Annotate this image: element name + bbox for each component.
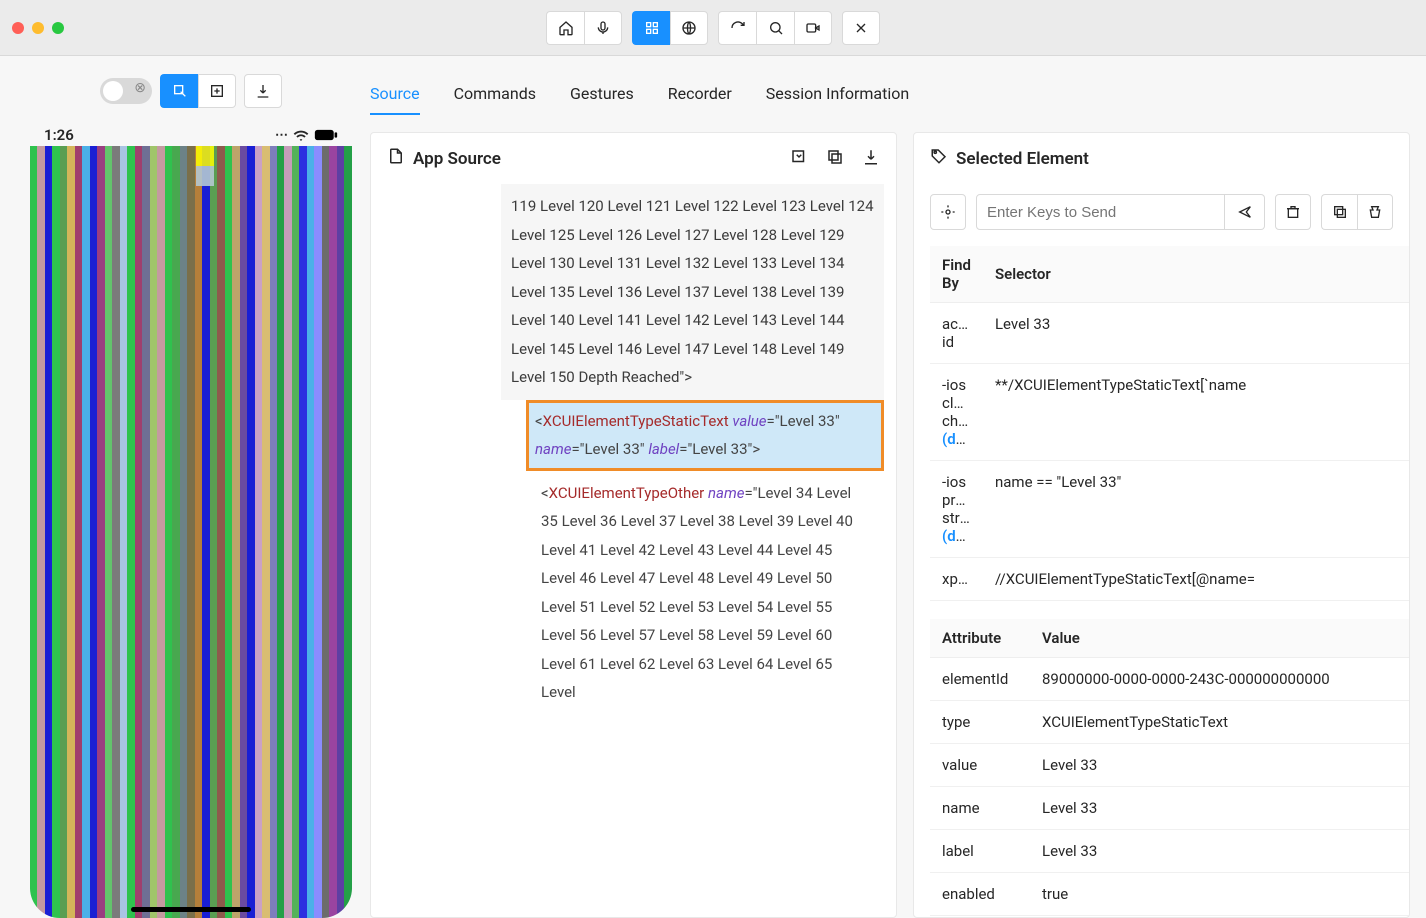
source-tree-selected-node[interactable]: <XCUIElementTypeStaticText value="Level … [526, 400, 884, 471]
titlebar-toolbar [546, 11, 880, 45]
tap-element-button[interactable] [930, 194, 966, 230]
home-indicator [131, 907, 251, 912]
table-row[interactable]: xpath//XCUIElementTypeStaticText[@name= [930, 558, 1409, 601]
device-preview-column: 1:26 ⋯ [0, 56, 370, 918]
attr-header-col1: Attribute [930, 619, 1030, 658]
close-window-button[interactable] [12, 22, 24, 34]
get-timing-button[interactable] [1357, 194, 1393, 230]
table-row[interactable]: valueLevel 33 [930, 744, 1409, 787]
findby-header-col1: Find By [930, 246, 983, 303]
table-row[interactable]: nameLevel 33 [930, 787, 1409, 830]
main-tabs: Source Commands Gestures Recorder Session In… [370, 56, 1426, 116]
findby-table: Find By Selector accessibility idLevel 3… [930, 246, 1409, 601]
device-status-icons: ⋯ [275, 128, 338, 143]
table-row[interactable]: labelLevel 33 [930, 830, 1409, 873]
selected-element-panel: Selected Element [913, 132, 1410, 918]
table-row[interactable]: typeXCUIElementTypeStaticText [930, 701, 1409, 744]
wifi-icon [293, 129, 309, 141]
microphone-button[interactable] [584, 11, 622, 45]
source-tree-text-before[interactable]: 119 Level 120 Level 121 Level 122 Level … [501, 184, 884, 400]
grid-view-button[interactable] [632, 11, 670, 45]
tap-coordinates-mode-button[interactable] [198, 74, 236, 108]
selected-element-title: Selected Element [956, 149, 1089, 169]
table-row[interactable]: -ios predicate string(docs)name == "Leve… [930, 461, 1409, 558]
device-screenshot[interactable] [30, 146, 352, 918]
minimize-window-button[interactable] [32, 22, 44, 34]
docs-link[interactable]: (docs) [942, 430, 983, 448]
tab-session[interactable]: Session Information [766, 84, 909, 115]
close-session-button[interactable] [842, 11, 880, 45]
home-button[interactable] [546, 11, 584, 45]
tab-commands[interactable]: Commands [454, 84, 536, 115]
battery-icon [314, 129, 338, 141]
mjpeg-toggle[interactable] [100, 78, 152, 104]
table-row[interactable]: accessibility idLevel 33 [930, 303, 1409, 364]
docs-link[interactable]: (docs) [942, 527, 983, 545]
copy-xml-button[interactable] [790, 148, 808, 170]
refresh-button[interactable] [718, 11, 756, 45]
send-keys-input[interactable] [976, 194, 1225, 230]
window-controls [12, 22, 64, 34]
selected-element-overlay [196, 146, 214, 186]
download-source-button[interactable] [862, 148, 880, 170]
device-time: 1:26 [44, 126, 74, 144]
window-titlebar [0, 0, 1426, 56]
maximize-window-button[interactable] [52, 22, 64, 34]
send-keys-button[interactable] [1225, 194, 1265, 230]
attr-header-col2: Value [1030, 619, 1409, 658]
table-row[interactable]: -ios class chain(docs)**/XCUIElementType… [930, 364, 1409, 461]
download-screenshot-button[interactable] [244, 74, 282, 108]
table-row[interactable]: elementId89000000-0000-0000-243C-0000000… [930, 658, 1409, 701]
source-tree-text-after[interactable]: <XCUIElementTypeOther name="Level 34 Lev… [531, 471, 866, 715]
tab-recorder[interactable]: Recorder [668, 84, 732, 115]
attribute-table: Attribute Value elementId89000000-0000-0… [930, 619, 1409, 916]
copy-button[interactable] [826, 148, 844, 170]
table-row[interactable]: enabledtrue [930, 873, 1409, 916]
file-icon [387, 147, 405, 170]
clear-element-button[interactable] [1275, 194, 1311, 230]
app-source-title: App Source [413, 149, 501, 169]
findby-header-col2: Selector [983, 246, 1409, 303]
search-button[interactable] [756, 11, 794, 45]
copy-attributes-button[interactable] [1321, 194, 1357, 230]
globe-button[interactable] [670, 11, 708, 45]
tag-icon [930, 147, 948, 170]
cellular-dots-icon: ⋯ [275, 128, 288, 143]
tab-source[interactable]: Source [370, 84, 420, 115]
record-button[interactable] [794, 11, 832, 45]
app-source-panel: App Source 119 Level 120 Level 121 Level… [370, 132, 897, 918]
tab-gestures[interactable]: Gestures [570, 84, 634, 115]
device-frame: 1:26 ⋯ [30, 122, 352, 918]
select-element-mode-button[interactable] [160, 74, 198, 108]
